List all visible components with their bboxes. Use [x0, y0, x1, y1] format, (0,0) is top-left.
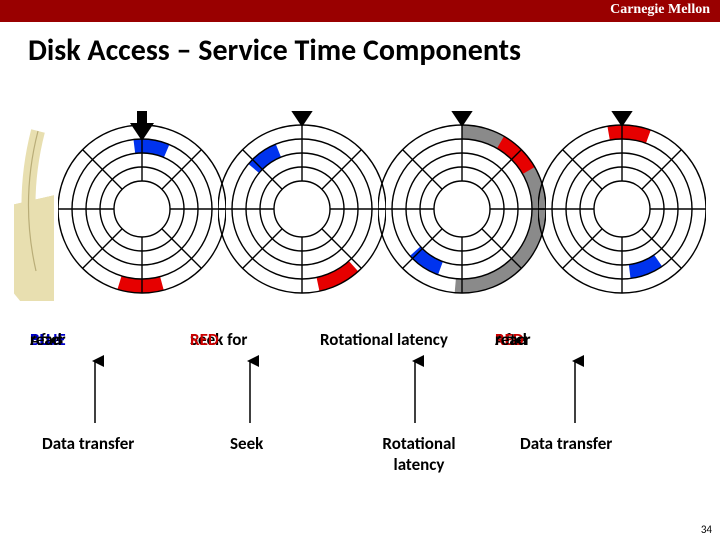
connector-arrows [20, 353, 700, 443]
page-title: Disk Access – Service Time Components [28, 32, 720, 69]
topbar: Carnegie Mellon [0, 0, 720, 22]
disk-4 [538, 111, 706, 311]
disk-row [20, 81, 700, 291]
diagram-stage: After BLUE read Seek for RED Rotational … [20, 81, 700, 511]
disk-2 [218, 111, 386, 311]
disk-3 [378, 111, 546, 311]
label-data-transfer-2: Data transfer [520, 433, 612, 454]
label-data-transfer-1: Data transfer [42, 433, 134, 454]
label-rot-latency: Rotational latency [374, 433, 464, 475]
disk-1 [58, 111, 226, 311]
brand-text: Carnegie Mellon [610, 2, 710, 18]
label-rotational-latency: Rotational latency [320, 329, 448, 350]
label-seek: Seek [230, 433, 263, 454]
page-number: 34 [701, 523, 712, 536]
